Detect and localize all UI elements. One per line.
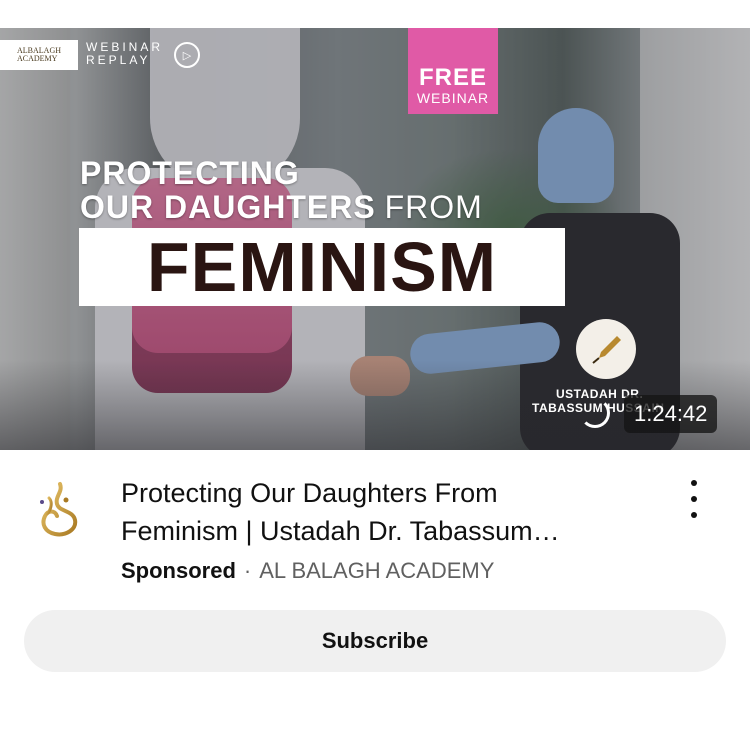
badge-webinar: WEBINAR [416,90,490,106]
webinar-replay-label: WEBINAR REPLAY [86,41,163,67]
more-vertical-icon[interactable] [680,478,708,520]
video-title[interactable]: Protecting Our Daughters From Feminism |… [121,474,661,550]
fountain-pen-icon [576,319,636,379]
headline-line2-bold: OUR DAUGHTERS [80,189,376,225]
headline-big: FEMINISM [146,228,498,306]
sponsored-label: Sponsored [121,558,236,583]
headline-line2: OUR DAUGHTERS FROM [80,190,483,224]
channel-logo-calligraphy-icon [40,482,78,537]
video-meta: Sponsored · AL BALAGH ACADEMY [121,557,494,585]
kebab-dot [691,512,697,518]
meta-separator: · [243,558,252,583]
headline-big-box: FEMINISM [79,228,565,306]
academy-logo: ALBALAGH ACADEMY [0,40,78,70]
channel-avatar[interactable] [24,474,96,546]
video-title-line2: Feminism | Ustadah Dr. Tabassum… [121,516,560,546]
channel-name[interactable]: AL BALAGH ACADEMY [259,558,494,583]
video-title-line1: Protecting Our Daughters From [121,478,498,508]
loading-spinner-icon [580,398,610,428]
logo-text-line2: ACADEMY [17,54,58,63]
headline-line2-normal: FROM [384,189,483,225]
video-thumbnail[interactable]: ALBALAGH ACADEMY WEBINAR REPLAY ▷ FREE W… [0,28,750,450]
badge-free: FREE [418,64,487,91]
headline-line1: PROTECTING [80,155,300,191]
kebab-dot [691,480,697,486]
subscribe-button[interactable]: Subscribe [24,610,726,672]
kebab-dot [691,496,697,502]
free-webinar-badge: FREE WEBINAR [408,28,498,114]
play-circle-icon: ▷ [174,42,200,68]
replay-line2: REPLAY [86,53,151,67]
duration-badge: 1:24:42 [624,395,718,433]
